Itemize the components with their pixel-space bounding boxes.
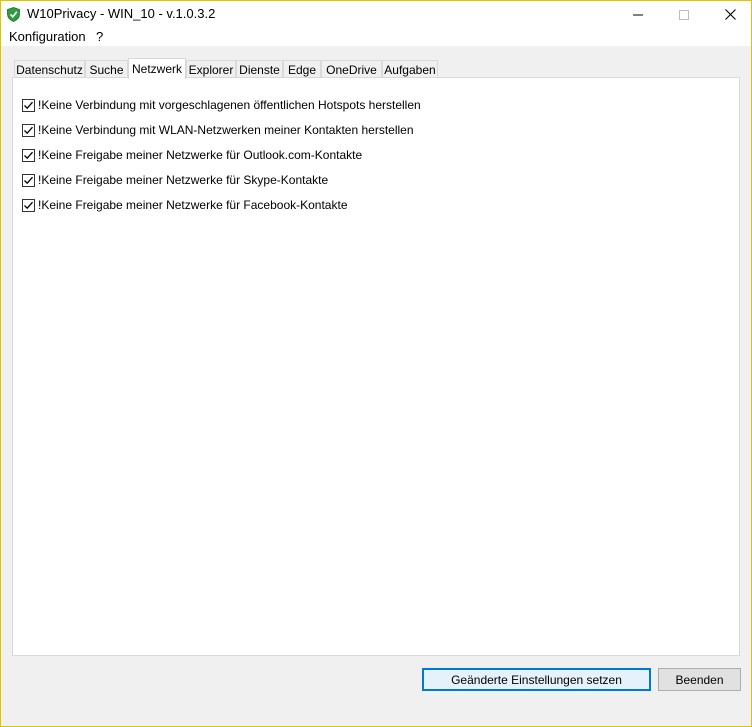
setting-label: !Keine Freigabe meiner Netzwerke für Sky… [38,173,329,187]
maximize-button[interactable] [661,1,707,28]
setting-hotspots[interactable]: !Keine Verbindung mit vorgeschlagenen öf… [22,97,421,113]
setting-label: !Keine Verbindung mit vorgeschlagenen öf… [38,98,421,112]
setting-facebook[interactable]: !Keine Freigabe meiner Netzwerke für Fac… [22,197,348,213]
close-icon [724,9,736,20]
maximize-icon [679,9,689,20]
checkbox[interactable] [22,123,35,137]
checkmark-icon [24,176,33,184]
setting-label: !Keine Verbindung mit WLAN-Netzwerken me… [38,123,414,137]
setting-label: !Keine Freigabe meiner Netzwerke für Out… [38,148,363,162]
setting-outlook[interactable]: !Keine Freigabe meiner Netzwerke für Out… [22,147,362,163]
setting-label: !Keine Freigabe meiner Netzwerke für Fac… [38,198,348,212]
tab-netzwerk[interactable]: Netzwerk [128,58,186,79]
checkbox[interactable] [22,148,35,162]
setting-wlan-kontakte[interactable]: !Keine Verbindung mit WLAN-Netzwerken me… [22,122,414,138]
close-button[interactable] [707,1,752,28]
menu-help[interactable]: ? [96,29,103,44]
menu-konfiguration[interactable]: Konfiguration [9,29,86,44]
netzwerk-panel: !Keine Verbindung mit vorgeschlagenen öf… [12,77,740,656]
checkmark-icon [24,101,33,109]
checkbox[interactable] [22,173,35,187]
minimize-icon [633,14,643,15]
quit-button[interactable]: Beenden [658,668,741,691]
shield-check-icon [7,7,20,22]
checkmark-icon [24,151,33,159]
tab-strip: Datenschutz Suche Netzwerk Explorer Dien… [14,58,444,79]
apply-settings-button[interactable]: Geänderte Einstellungen setzen [422,668,651,691]
app-window: W10Privacy - WIN_10 - v.1.0.3.2 Konfigur… [0,0,752,727]
menu-bar: Konfiguration ? [1,28,751,46]
checkbox[interactable] [22,98,35,112]
window-title: W10Privacy - WIN_10 - v.1.0.3.2 [27,6,216,21]
title-bar: W10Privacy - WIN_10 - v.1.0.3.2 [1,1,751,28]
checkmark-icon [24,201,33,209]
minimize-button[interactable] [615,1,661,28]
checkbox[interactable] [22,198,35,212]
setting-skype[interactable]: !Keine Freigabe meiner Netzwerke für Sky… [22,172,328,188]
checkmark-icon [24,126,33,134]
